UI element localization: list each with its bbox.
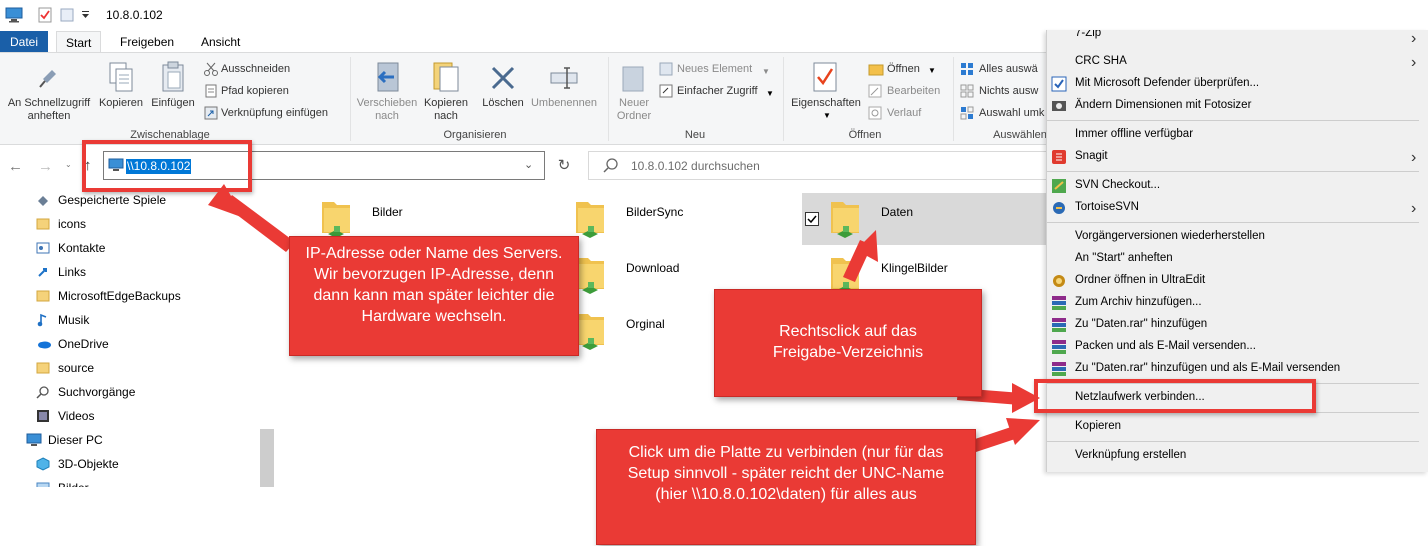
callout-connect: Click um die Platte zu verbinden (nur fü…: [596, 429, 976, 545]
callout-rightclick: Rechtsclick auf das Freigabe-Verzeichnis: [714, 289, 982, 397]
callout-address: IP-Adresse oder Name des Servers. Wir be…: [289, 236, 579, 356]
